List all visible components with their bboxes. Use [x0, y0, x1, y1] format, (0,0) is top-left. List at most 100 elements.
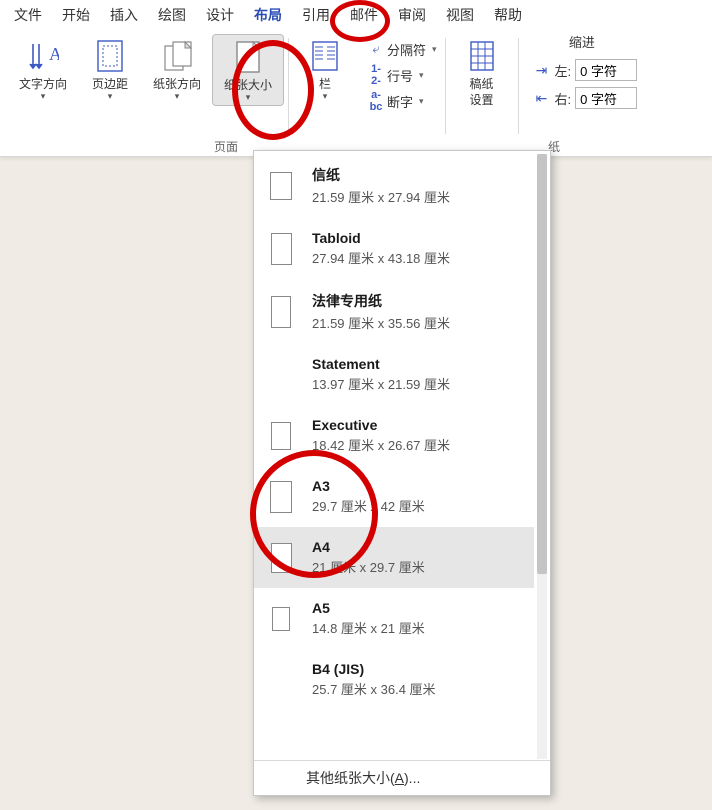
menu-item-6[interactable]: 引用 [292, 2, 340, 28]
option-dims: 21.59 厘米 x 27.94 厘米 [312, 187, 450, 206]
indent-title: 缩进 [527, 32, 638, 51]
columns-label: 栏 [319, 76, 331, 92]
chevron-down-icon: ▾ [432, 44, 437, 55]
scrollbar-thumb[interactable] [537, 154, 547, 574]
menu-item-0[interactable]: 文件 [4, 2, 52, 28]
indent-left-label: 左: [555, 61, 572, 80]
option-name: A5 [312, 600, 425, 616]
more-prefix: 其他纸张大小( [306, 768, 395, 788]
menu-item-7[interactable]: 邮件 [340, 2, 388, 28]
paper-size-dropdown: 信纸 21.59 厘米 x 27.94 厘米 Tabloid 27.94 厘米 x 4… [253, 150, 551, 796]
paper-size-option[interactable]: Statement 13.97 厘米 x 21.59 厘米 [254, 344, 534, 405]
group-page-setup-caption: 页面 [214, 138, 238, 155]
option-dims: 14.8 厘米 x 21 厘米 [312, 618, 425, 637]
indent-right-label: 右: [555, 89, 572, 108]
more-paper-sizes[interactable]: 其他纸张大小(A)... [254, 760, 550, 795]
line-numbers-label: 行号 [387, 66, 413, 85]
option-name: 法律专用纸 [312, 291, 450, 311]
option-dims: 29.7 厘米 x 42 厘米 [312, 496, 425, 515]
separator [518, 38, 519, 134]
menu-item-5[interactable]: 布局 [244, 2, 292, 28]
more-suffix: )... [404, 770, 420, 786]
option-dims: 18.42 厘米 x 26.67 厘米 [312, 435, 450, 454]
menu-item-3[interactable]: 绘图 [148, 2, 196, 28]
chevron-down-icon: ▾ [419, 96, 424, 107]
more-key: A [395, 770, 404, 786]
chevron-down-icon: ▾ [108, 91, 113, 102]
text-direction-icon: A [27, 38, 59, 74]
orientation-label: 纸张方向 [153, 76, 201, 92]
page-icon [271, 422, 291, 450]
option-name: B4 (JIS) [312, 661, 436, 677]
margins-icon [94, 38, 126, 74]
option-name: Tabloid [312, 230, 450, 246]
paper-size-option[interactable]: Executive 18.42 厘米 x 26.67 厘米 [254, 405, 534, 466]
margins-button[interactable]: 页边距 ▾ [78, 34, 142, 104]
svg-text:A: A [49, 44, 59, 64]
columns-button[interactable]: 栏 ▾ [293, 34, 357, 104]
paper-size-option[interactable]: A421 厘米 x 29.7 厘米 [254, 527, 534, 588]
breaks-button[interactable]: ⤶ 分隔符 ▾ [361, 36, 441, 62]
margins-label: 页边距 [92, 76, 128, 92]
indent-left-icon: ⇥ [533, 62, 551, 79]
chevron-down-icon: ▾ [41, 91, 46, 102]
option-name: A4 [312, 539, 425, 555]
option-dims: 13.97 厘米 x 21.59 厘米 [312, 374, 450, 393]
manuscript-button[interactable]: 稿纸设置 [450, 34, 514, 110]
option-name: Executive [312, 417, 450, 433]
indent-left-row: ⇥ 左: [533, 59, 638, 81]
option-name: A3 [312, 478, 425, 494]
page-icon [272, 607, 290, 631]
paper-size-option[interactable]: 法律专用纸 21.59 厘米 x 35.56 厘米 [254, 279, 534, 344]
orientation-button[interactable]: 纸张方向 ▾ [142, 34, 212, 104]
chevron-down-icon: ▾ [419, 70, 424, 81]
indent-left-input[interactable] [575, 59, 637, 81]
chevron-down-icon: ▾ [246, 92, 251, 103]
line-numbers-icon: 1-2- [365, 63, 387, 87]
chevron-down-icon: ▾ [175, 91, 180, 102]
text-direction-button[interactable]: A 文字方向 ▾ [8, 34, 78, 104]
paper-size-option[interactable]: B4 (JIS) 25.7 厘米 x 36.4 厘米 [254, 649, 534, 710]
menu-item-10[interactable]: 帮助 [484, 2, 532, 28]
paper-size-label: 纸张大小 [224, 77, 272, 93]
line-numbers-button[interactable]: 1-2- 行号 ▾ [361, 62, 441, 88]
option-dims: 21.59 厘米 x 35.56 厘米 [312, 313, 450, 332]
manuscript-icon [466, 38, 498, 74]
breaks-label: 分隔符 [387, 40, 426, 59]
option-name: Statement [312, 356, 450, 372]
paper-size-option[interactable]: A3 29.7 厘米 x 42 厘米 [254, 466, 534, 527]
menu-bar: 文件开始插入绘图设计布局引用邮件审阅视图帮助 [0, 0, 712, 30]
paper-size-button[interactable]: 纸张大小 ▾ [212, 34, 284, 106]
option-dims: 27.94 厘米 x 43.18 厘米 [312, 248, 450, 267]
hyphenation-button[interactable]: a-bc 断字 ▾ [361, 88, 441, 114]
hyphenation-icon: a-bc [365, 89, 387, 113]
orientation-icon [161, 38, 193, 74]
separator [288, 38, 289, 134]
indent-right-row: ⇤ 右: [533, 87, 638, 109]
menu-item-1[interactable]: 开始 [52, 2, 100, 28]
paper-size-list: 信纸 21.59 厘米 x 27.94 厘米 Tabloid 27.94 厘米 x 4… [254, 153, 534, 759]
paper-size-icon [232, 39, 264, 75]
option-name: 信纸 [312, 165, 450, 185]
ribbon: A 文字方向 ▾ 页边距 ▾ 纸张方向 ▾ 纸张大小 ▾ [0, 30, 712, 157]
option-dims: 25.7 厘米 x 36.4 厘米 [312, 679, 436, 698]
page-icon [271, 296, 291, 328]
paper-size-option[interactable]: A5 14.8 厘米 x 21 厘米 [254, 588, 534, 649]
chevron-down-icon: ▾ [323, 91, 328, 102]
scrollbar[interactable] [537, 154, 547, 759]
menu-item-2[interactable]: 插入 [100, 2, 148, 28]
page-icon [271, 543, 292, 573]
indent-right-input[interactable] [575, 87, 637, 109]
hyphenation-label: 断字 [387, 92, 413, 111]
page-icon [271, 233, 292, 265]
separator [445, 38, 446, 134]
paper-size-option[interactable]: 信纸 21.59 厘米 x 27.94 厘米 [254, 153, 534, 218]
paper-size-option[interactable]: Tabloid 27.94 厘米 x 43.18 厘米 [254, 218, 534, 279]
indent-right-icon: ⇤ [533, 90, 551, 107]
menu-item-9[interactable]: 视图 [436, 2, 484, 28]
menu-item-4[interactable]: 设计 [196, 2, 244, 28]
page-icon [270, 481, 292, 513]
page-icon [270, 172, 292, 200]
text-direction-label: 文字方向 [19, 76, 67, 92]
menu-item-8[interactable]: 审阅 [388, 2, 436, 28]
